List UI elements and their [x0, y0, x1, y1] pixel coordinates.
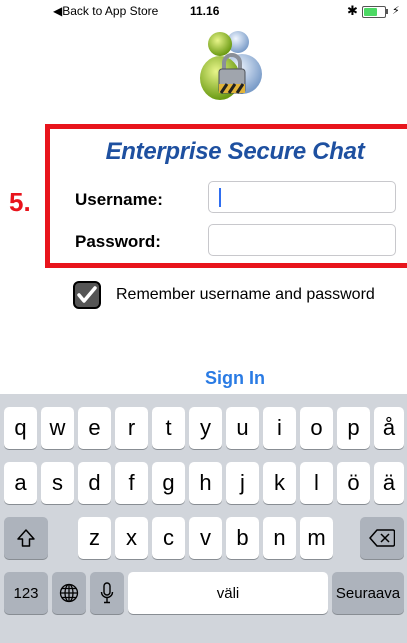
key-u[interactable]: u [226, 407, 259, 449]
key-aring[interactable]: å [374, 407, 404, 449]
key-e[interactable]: e [78, 407, 111, 449]
key-f[interactable]: f [115, 462, 148, 504]
key-x[interactable]: x [115, 517, 148, 559]
next-key[interactable]: Seuraava [332, 572, 404, 614]
clock: 11.16 [190, 4, 220, 18]
key-i[interactable]: i [263, 407, 296, 449]
key-ouml[interactable]: ö [337, 462, 370, 504]
status-bar: ◀Back to App Store 11.16 ✱ ⚡ [0, 0, 407, 22]
back-to-app-store-link[interactable]: ◀Back to App Store [53, 4, 158, 18]
microphone-key[interactable] [90, 572, 124, 614]
sign-in-button[interactable]: Sign In [0, 368, 407, 389]
key-v[interactable]: v [189, 517, 222, 559]
on-screen-keyboard: q w e r t y u i o p å a s d f g h j k l … [0, 394, 407, 643]
shift-icon [17, 529, 35, 547]
remember-checkbox[interactable] [73, 281, 101, 309]
battery-icon [362, 6, 386, 18]
users-lock-icon [200, 31, 262, 100]
key-r[interactable]: r [115, 407, 148, 449]
key-c[interactable]: c [152, 517, 185, 559]
microphone-icon [100, 582, 114, 604]
globe-icon [59, 583, 79, 603]
remember-label: Remember username and password [116, 286, 375, 303]
key-d[interactable]: d [78, 462, 111, 504]
key-o[interactable]: o [300, 407, 333, 449]
password-field[interactable] [208, 224, 396, 256]
key-k[interactable]: k [263, 462, 296, 504]
bluetooth-icon: ✱ [347, 3, 358, 18]
key-b[interactable]: b [226, 517, 259, 559]
key-m[interactable]: m [300, 517, 333, 559]
key-h[interactable]: h [189, 462, 222, 504]
password-label: Password: [75, 232, 161, 251]
numbers-key[interactable]: 123 [4, 572, 48, 614]
delete-key[interactable] [360, 517, 404, 559]
delete-icon [369, 529, 395, 547]
text-caret [219, 188, 221, 207]
globe-key[interactable] [52, 572, 86, 614]
key-n[interactable]: n [263, 517, 296, 559]
annotation-step-number: 5. [9, 187, 31, 217]
key-g[interactable]: g [152, 462, 185, 504]
key-w[interactable]: w [41, 407, 74, 449]
space-key[interactable]: väli [128, 572, 328, 614]
battery-tip [386, 9, 388, 14]
key-z[interactable]: z [78, 517, 111, 559]
key-t[interactable]: t [152, 407, 185, 449]
key-y[interactable]: y [189, 407, 222, 449]
username-field[interactable] [208, 181, 396, 213]
shift-key[interactable] [4, 517, 48, 559]
checkmark-icon [77, 286, 97, 303]
app-title: Enterprise Secure Chat [105, 138, 365, 165]
charging-icon: ⚡ [392, 5, 400, 17]
key-l[interactable]: l [300, 462, 333, 504]
key-j[interactable]: j [226, 462, 259, 504]
key-a[interactable]: a [4, 462, 37, 504]
username-label: Username: [75, 190, 163, 209]
key-auml[interactable]: ä [374, 462, 404, 504]
key-q[interactable]: q [4, 407, 37, 449]
key-p[interactable]: p [337, 407, 370, 449]
key-s[interactable]: s [41, 462, 74, 504]
